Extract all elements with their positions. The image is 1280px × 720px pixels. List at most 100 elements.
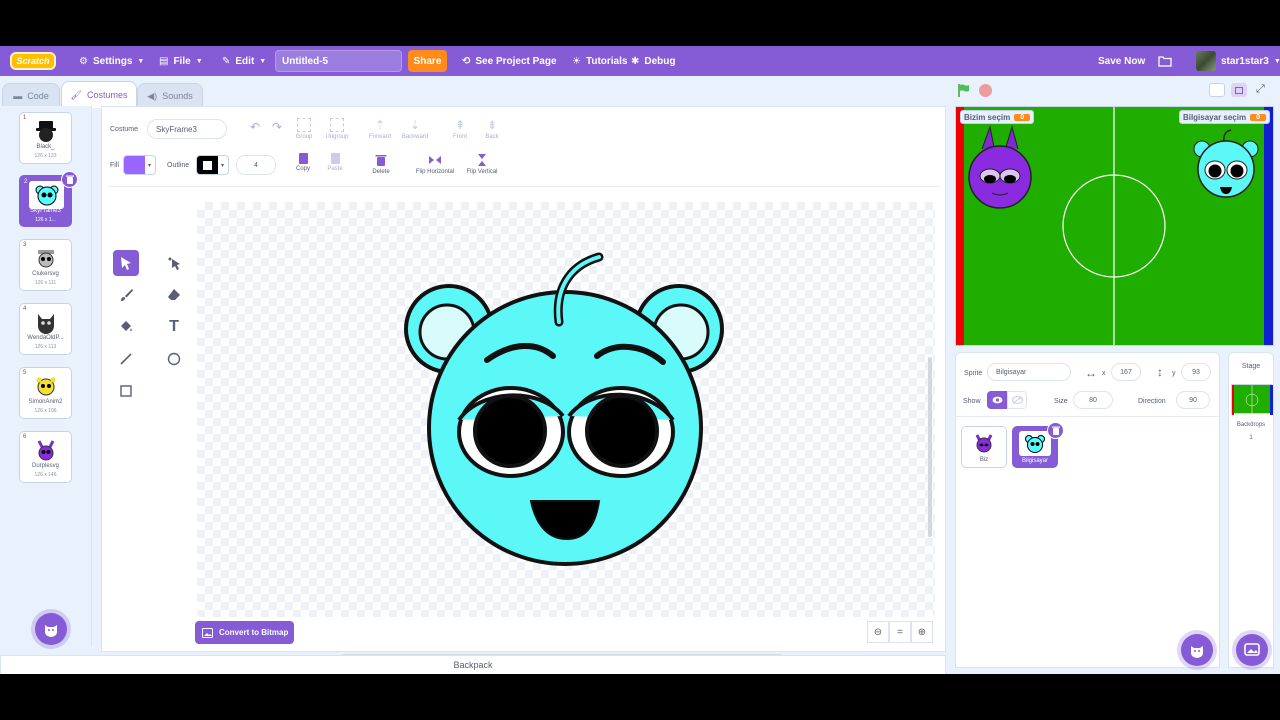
file-label: File	[173, 55, 191, 67]
paste-label: Paste	[327, 166, 343, 172]
sprite-thumbnail	[1019, 431, 1051, 456]
monitor-label: Bilgisayar seçim	[1182, 112, 1247, 122]
costume-item[interactable]: 6 Durplesvg 126 x 146	[19, 431, 72, 483]
tab-code-label: Code	[27, 91, 49, 101]
my-stuff-folder-icon[interactable]	[1158, 46, 1172, 76]
forward-label: Forward	[368, 134, 391, 140]
sprite-tile-biz[interactable]: Biz	[961, 426, 1007, 468]
eraser-tool[interactable]	[161, 282, 187, 308]
select-tool[interactable]	[113, 250, 139, 276]
copy-button[interactable]: Copy	[286, 153, 320, 172]
direction-input[interactable]: 90	[1176, 391, 1210, 409]
paste-button[interactable]: Paste	[318, 153, 352, 172]
account-menu[interactable]: star1star3 ▼	[1196, 46, 1280, 76]
debug-button[interactable]: ✱ Debug	[631, 46, 676, 76]
monitor-value: 0	[1250, 113, 1266, 121]
costume-item-selected[interactable]: 2 SkyFrame3 126 x 1...	[19, 171, 78, 227]
scratch-logo[interactable]: Scratch	[10, 52, 56, 70]
costume-name: Clukersvg	[32, 271, 59, 277]
fill-tool[interactable]	[113, 314, 139, 340]
choose-backdrop-button[interactable]	[1236, 634, 1268, 666]
normal-stage-button[interactable]	[1231, 83, 1247, 97]
delete-sprite-button[interactable]	[1047, 422, 1064, 439]
backward-button[interactable]: ⇣ Backward	[398, 118, 432, 140]
vertical-scrollbar[interactable]	[928, 357, 932, 537]
drawing-canvas[interactable]	[197, 202, 935, 617]
rectangle-tool[interactable]	[113, 378, 139, 404]
zoom-reset-button[interactable]: =	[889, 621, 911, 643]
costume-item[interactable]: 4 WendaOldP... 126 x 113	[19, 303, 72, 355]
forward-button[interactable]: ⇡ Forward	[363, 118, 397, 140]
undo-icon: ↶	[249, 120, 261, 134]
delete-button[interactable]: Delete	[364, 153, 398, 175]
x-input[interactable]: 167	[1111, 363, 1141, 381]
variable-monitor-bilgisayar-secim[interactable]: Bilgisayar seçim 0	[1178, 110, 1270, 124]
costume-number: 1	[23, 115, 27, 121]
paint-bucket-icon	[121, 321, 132, 331]
variable-monitor-bizim-secim[interactable]: Bizim seçim 0	[960, 110, 1035, 124]
small-stage-button[interactable]	[1209, 83, 1225, 97]
costume-item[interactable]: 3 Clukersvg 126 x 111	[19, 239, 72, 291]
zoom-out-button[interactable]: ⊖	[867, 621, 889, 643]
x-label: x	[1102, 370, 1106, 377]
fill-color-picker[interactable]: ▾	[123, 155, 156, 175]
fullscreen-button[interactable]: ⤢	[1256, 83, 1265, 96]
hide-sprite-button[interactable]	[1007, 391, 1027, 409]
group-button[interactable]: Group	[287, 118, 321, 140]
line-tool[interactable]	[113, 346, 139, 372]
sprite-tile-bilgisayar[interactable]: Bilgisayar	[1012, 422, 1064, 468]
tab-costumes[interactable]: 🖌 Costumes	[61, 81, 137, 108]
cat-add-icon	[45, 625, 57, 637]
circle-icon	[167, 352, 181, 366]
delete-costume-button[interactable]	[61, 171, 78, 188]
show-sprite-button[interactable]	[987, 391, 1007, 409]
stop-button[interactable]	[979, 84, 992, 97]
share-button[interactable]: Share	[408, 50, 447, 72]
redo-icon: ↷	[271, 120, 283, 134]
back-button[interactable]: ⇟ Back	[475, 118, 509, 140]
costume-name-input[interactable]: SkyFrame3	[147, 119, 227, 139]
green-flag-button[interactable]	[957, 83, 971, 100]
costume-item[interactable]: 1 Black_ 126 x 133	[19, 112, 72, 164]
fill-label: Fill	[110, 162, 119, 169]
costume-item[interactable]: 5 SimonAnim2 126 x 106	[19, 367, 72, 419]
trash-icon	[65, 175, 74, 184]
save-now-button[interactable]: Save Now	[1098, 46, 1145, 76]
choose-sprite-button[interactable]	[1181, 634, 1213, 666]
size-input[interactable]: 80	[1073, 391, 1113, 409]
flip-vertical-button[interactable]: Flip Vertical	[461, 153, 503, 175]
ungroup-button[interactable]: Ungroup	[320, 118, 354, 140]
paste-icon	[330, 153, 340, 164]
stage-title: Stage	[1241, 363, 1261, 370]
monitor-label: Bizim seçim	[964, 112, 1011, 122]
reshape-tool[interactable]	[161, 250, 187, 276]
stage-selector-panel[interactable]: Stage Backdrops 1	[1228, 352, 1274, 668]
tab-sounds[interactable]: ◀) Sounds	[137, 83, 203, 108]
outline-width-input[interactable]: 4	[236, 155, 276, 175]
see-project-page-button[interactable]: ⟲ See Project Page	[462, 46, 557, 76]
tutorials-button[interactable]: ☀ Tutorials	[572, 46, 627, 76]
file-menu[interactable]: ▤ File ▼	[159, 46, 203, 76]
outline-color-picker[interactable]: ▾	[196, 155, 229, 175]
flip-horizontal-button[interactable]: Flip Horizontal	[413, 153, 457, 175]
brush-tool[interactable]	[113, 282, 139, 308]
avatar	[1196, 51, 1216, 71]
y-input[interactable]: 93	[1181, 363, 1211, 381]
choose-costume-button[interactable]	[35, 613, 67, 645]
sprite-name-input[interactable]: Bilgisayar	[987, 363, 1071, 381]
convert-to-bitmap-button[interactable]: Convert to Bitmap	[195, 621, 294, 644]
text-tool[interactable]: T	[161, 314, 187, 340]
tab-code[interactable]: ▬ Code	[2, 83, 60, 108]
settings-menu[interactable]: ⚙ Settings ▼	[79, 46, 144, 76]
costume-size: 126 x 113	[34, 344, 57, 350]
project-title-input[interactable]: Untitled-5	[275, 50, 402, 72]
rectangle-icon	[120, 385, 132, 397]
stage[interactable]: Bizim seçim 0 Bilgisayar seçim 0	[955, 106, 1274, 346]
pencil-icon: ✎	[222, 55, 231, 67]
backpack-bar[interactable]: Backpack	[0, 655, 946, 674]
front-button[interactable]: ⇞ Front	[443, 118, 477, 140]
circle-tool[interactable]	[161, 346, 187, 372]
zoom-in-button[interactable]: ⊕	[911, 621, 933, 643]
sky-character-drawing[interactable]	[197, 202, 935, 617]
edit-menu[interactable]: ✎ Edit ▼	[222, 46, 266, 76]
